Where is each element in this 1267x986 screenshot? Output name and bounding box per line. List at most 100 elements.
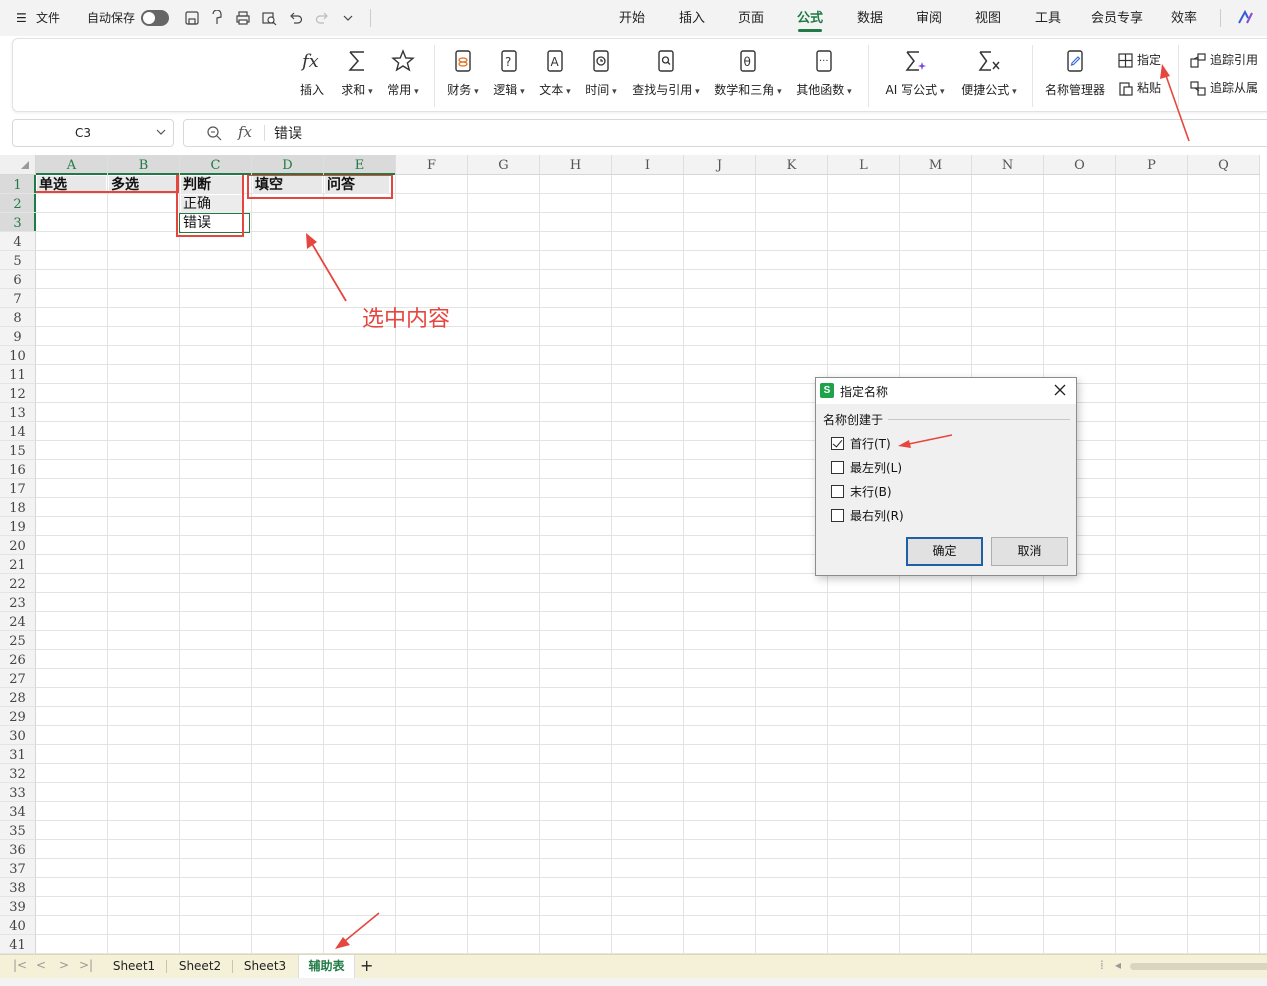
- row-header-12[interactable]: 12: [0, 384, 36, 403]
- option-left-column[interactable]: 最左列(L): [831, 460, 902, 476]
- column-header-c[interactable]: C: [180, 155, 252, 175]
- column-header-q[interactable]: Q: [1188, 155, 1260, 175]
- select-all-corner[interactable]: [0, 155, 36, 175]
- row-header-13[interactable]: 13: [0, 403, 36, 422]
- row-header-19[interactable]: 19: [0, 517, 36, 536]
- row-header-21[interactable]: 21: [0, 555, 36, 574]
- print-preview-icon[interactable]: [261, 10, 277, 26]
- sheet-tab-2[interactable]: Sheet2: [170, 955, 230, 978]
- row-header-18[interactable]: 18: [0, 498, 36, 517]
- sheet-tab-1[interactable]: Sheet1: [104, 955, 164, 978]
- column-header-a[interactable]: A: [36, 155, 108, 175]
- name-manager-button[interactable]: 名称管理器: [1043, 49, 1107, 105]
- row-header-28[interactable]: 28: [0, 688, 36, 707]
- row-header-3[interactable]: 3: [0, 213, 36, 232]
- row-header-29[interactable]: 29: [0, 707, 36, 726]
- zoom-icon[interactable]: [206, 125, 222, 141]
- name-box[interactable]: C3: [12, 119, 174, 147]
- time-functions-button[interactable]: 时间: [583, 49, 619, 105]
- next-sheet-icon[interactable]: >: [59, 958, 69, 972]
- tab-insert[interactable]: 插入: [674, 0, 710, 36]
- row-header-41[interactable]: 41: [0, 935, 36, 954]
- option-bottom-row[interactable]: 末行(B): [831, 484, 892, 500]
- close-icon[interactable]: [1052, 382, 1068, 398]
- row-header-34[interactable]: 34: [0, 802, 36, 821]
- horizontal-scrollbar[interactable]: [1130, 963, 1267, 970]
- row-header-9[interactable]: 9: [0, 327, 36, 346]
- option-right-column[interactable]: 最右列(R): [831, 508, 904, 524]
- column-header-n[interactable]: N: [972, 155, 1044, 175]
- row-header-15[interactable]: 15: [0, 441, 36, 460]
- row-header-23[interactable]: 23: [0, 593, 36, 612]
- autosum-button[interactable]: 求和: [339, 49, 375, 105]
- column-header-f[interactable]: F: [396, 155, 468, 175]
- cancel-button[interactable]: 取消: [991, 537, 1068, 566]
- row-header-17[interactable]: 17: [0, 479, 36, 498]
- quick-formula-button[interactable]: 便捷公式: [959, 49, 1019, 105]
- finance-functions-button[interactable]: 财务: [445, 49, 481, 105]
- row-header-32[interactable]: 32: [0, 764, 36, 783]
- row-header-22[interactable]: 22: [0, 574, 36, 593]
- row-header-10[interactable]: 10: [0, 346, 36, 365]
- chevron-down-icon[interactable]: [155, 125, 167, 139]
- tab-view[interactable]: 视图: [970, 0, 1006, 36]
- first-sheet-icon[interactable]: |<: [13, 958, 27, 972]
- row-header-39[interactable]: 39: [0, 897, 36, 916]
- redo-icon[interactable]: [314, 10, 330, 26]
- insert-function-button[interactable]: fx 插入: [297, 49, 327, 105]
- column-header-o[interactable]: O: [1044, 155, 1116, 175]
- ai-formula-button[interactable]: AI 写公式: [883, 49, 947, 105]
- dialog-titlebar[interactable]: S 指定名称: [816, 378, 1076, 404]
- checkbox[interactable]: [831, 509, 844, 522]
- text-functions-button[interactable]: A 文本: [537, 49, 573, 105]
- column-header-j[interactable]: J: [684, 155, 756, 175]
- row-header-2[interactable]: 2: [0, 194, 36, 213]
- checkbox[interactable]: [831, 461, 844, 474]
- wps-ai-icon[interactable]: [1237, 10, 1257, 26]
- row-header-8[interactable]: 8: [0, 308, 36, 327]
- row-header-26[interactable]: 26: [0, 650, 36, 669]
- tab-home[interactable]: 开始: [614, 0, 650, 36]
- column-header-m[interactable]: M: [900, 155, 972, 175]
- formula-bar[interactable]: fx 错误: [183, 119, 1267, 147]
- sheet-tab-3[interactable]: Sheet3: [235, 955, 295, 978]
- trace-dependents-button[interactable]: 追踪从属: [1190, 78, 1258, 98]
- checkbox-checked[interactable]: [831, 437, 844, 450]
- row-header-36[interactable]: 36: [0, 840, 36, 859]
- trace-precedents-button[interactable]: 追踪引用: [1190, 50, 1258, 70]
- autosave-toggle[interactable]: [141, 10, 169, 26]
- row-header-25[interactable]: 25: [0, 631, 36, 650]
- tab-formula[interactable]: 公式: [792, 0, 828, 36]
- tab-tools[interactable]: 工具: [1030, 0, 1066, 36]
- save-icon[interactable]: [184, 10, 200, 26]
- column-header-g[interactable]: G: [468, 155, 540, 175]
- row-header-24[interactable]: 24: [0, 612, 36, 631]
- row-header-1[interactable]: 1: [0, 175, 36, 194]
- lookup-functions-button[interactable]: 查找与引用: [631, 49, 701, 105]
- row-header-4[interactable]: 4: [0, 232, 36, 251]
- row-header-33[interactable]: 33: [0, 783, 36, 802]
- row-header-27[interactable]: 27: [0, 669, 36, 688]
- row-header-30[interactable]: 30: [0, 726, 36, 745]
- row-header-31[interactable]: 31: [0, 745, 36, 764]
- ok-button[interactable]: 确定: [906, 537, 983, 566]
- row-header-6[interactable]: 6: [0, 270, 36, 289]
- row-header-14[interactable]: 14: [0, 422, 36, 441]
- row-header-37[interactable]: 37: [0, 859, 36, 878]
- row-header-16[interactable]: 16: [0, 460, 36, 479]
- formula-input[interactable]: 错误: [274, 123, 302, 143]
- column-header-e[interactable]: E: [324, 155, 396, 175]
- sheet-tab-active[interactable]: 辅助表: [298, 955, 355, 978]
- tab-efficiency[interactable]: 效率: [1166, 0, 1202, 36]
- column-header-l[interactable]: L: [828, 155, 900, 175]
- column-header-p[interactable]: P: [1116, 155, 1188, 175]
- row-header-40[interactable]: 40: [0, 916, 36, 935]
- scroll-left-icon[interactable]: ◂: [1115, 958, 1121, 972]
- other-functions-button[interactable]: ··· 其他函数: [795, 49, 853, 105]
- column-header-i[interactable]: I: [612, 155, 684, 175]
- tab-data[interactable]: 数据: [852, 0, 888, 36]
- logic-functions-button[interactable]: ? 逻辑: [491, 49, 527, 105]
- column-header-k[interactable]: K: [756, 155, 828, 175]
- row-header-38[interactable]: 38: [0, 878, 36, 897]
- menu-icon[interactable]: ☰: [16, 0, 27, 36]
